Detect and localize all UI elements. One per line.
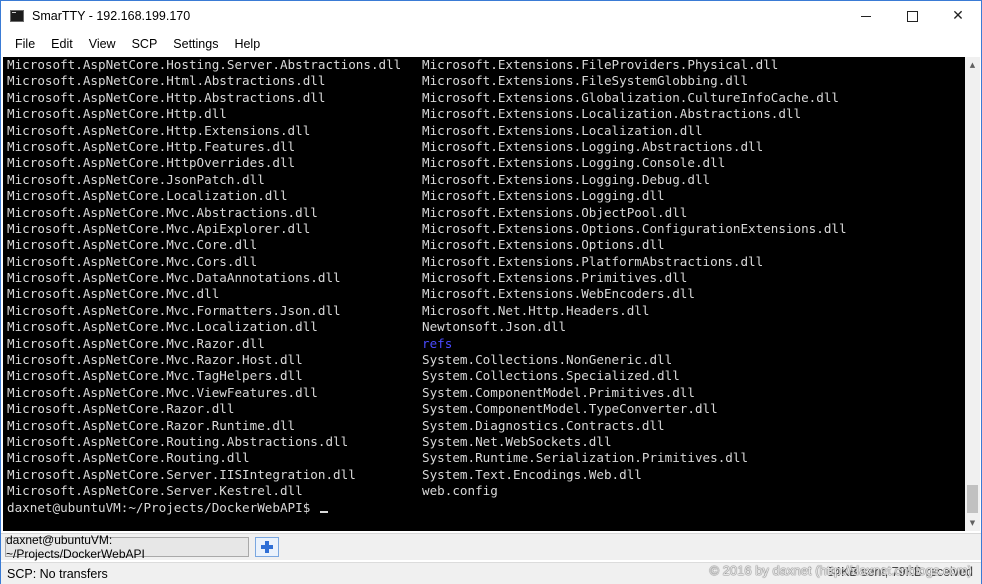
file-entry: Microsoft.AspNetCore.Server.Kestrel.dll bbox=[7, 483, 303, 499]
file-entry: System.ComponentModel.Primitives.dll bbox=[422, 384, 695, 400]
menu-bar: File Edit View SCP Settings Help bbox=[1, 34, 981, 54]
close-icon: ✕ bbox=[952, 8, 964, 24]
file-entry: Microsoft.AspNetCore.Http.Features.dll bbox=[7, 138, 296, 154]
minimize-button[interactable] bbox=[843, 1, 889, 31]
transfer-status: 34KB sent, 79KB received bbox=[827, 565, 973, 579]
file-entry: Microsoft.AspNetCore.Mvc.Razor.dll bbox=[7, 335, 265, 351]
file-entry: Microsoft.AspNetCore.Routing.dll bbox=[7, 450, 250, 466]
file-entry: System.ComponentModel.TypeConverter.dll bbox=[422, 401, 718, 417]
terminal-column-left: Microsoft.AspNetCore.Hosting.Server.Abst… bbox=[7, 57, 401, 500]
menu-settings[interactable]: Settings bbox=[165, 37, 226, 51]
file-entry: Microsoft.AspNetCore.Mvc.Localization.dl… bbox=[7, 319, 318, 335]
file-entry: Microsoft.AspNetCore.Http.Abstractions.d… bbox=[7, 89, 326, 105]
menu-view[interactable]: View bbox=[81, 37, 124, 51]
file-entry: web.config bbox=[422, 483, 498, 499]
file-entry: Microsoft.AspNetCore.Mvc.Formatters.Json… bbox=[7, 302, 341, 318]
file-entry: Microsoft.AspNetCore.Mvc.Cors.dll bbox=[7, 253, 258, 269]
file-entry: Microsoft.Extensions.PlatformAbstraction… bbox=[422, 253, 764, 269]
window-controls: ✕ bbox=[843, 1, 981, 31]
file-entry: Microsoft.Extensions.Globalization.Cultu… bbox=[422, 89, 840, 105]
window-title: SmarTTY - 192.168.199.170 bbox=[32, 9, 191, 23]
scrollbar-thumb[interactable] bbox=[967, 485, 978, 513]
new-session-button[interactable] bbox=[255, 537, 279, 557]
file-entry: Microsoft.AspNetCore.Html.Abstractions.d… bbox=[7, 73, 326, 89]
file-entry: Microsoft.Net.Http.Headers.dll bbox=[422, 302, 650, 318]
file-entry: Microsoft.Extensions.Options.dll bbox=[422, 237, 665, 253]
menu-help[interactable]: Help bbox=[226, 37, 268, 51]
file-entry: Microsoft.Extensions.Logging.dll bbox=[422, 188, 665, 204]
session-tab-label: daxnet@ubuntuVM: ~/Projects/DockerWebAPI bbox=[6, 533, 145, 561]
session-tab-bar: daxnet@ubuntuVM: ~/Projects/DockerWebAPI bbox=[1, 533, 981, 561]
file-entry: Newtonsoft.Json.dll bbox=[422, 319, 567, 335]
file-entry: Microsoft.Extensions.FileSystemGlobbing.… bbox=[422, 73, 749, 89]
file-entry: Microsoft.Extensions.Logging.Console.dll bbox=[422, 155, 726, 171]
file-entry: Microsoft.AspNetCore.Server.IISIntegrati… bbox=[7, 466, 356, 482]
terminal-app-icon bbox=[10, 10, 24, 22]
terminal-output[interactable]: Microsoft.AspNetCore.Hosting.Server.Abst… bbox=[3, 57, 965, 531]
file-entry: Microsoft.AspNetCore.Mvc.dll bbox=[7, 286, 220, 302]
title-bar[interactable]: SmarTTY - 192.168.199.170 ✕ bbox=[1, 1, 981, 31]
file-entry: System.Diagnostics.Contracts.dll bbox=[422, 417, 665, 433]
minimize-icon bbox=[861, 15, 871, 17]
file-entry: Microsoft.AspNetCore.Razor.Runtime.dll bbox=[7, 417, 296, 433]
smartty-window: SmarTTY - 192.168.199.170 ✕ File Edit Vi… bbox=[0, 0, 982, 584]
file-entry: Microsoft.AspNetCore.Mvc.Abstractions.dl… bbox=[7, 204, 318, 220]
file-entry: System.Text.Encodings.Web.dll bbox=[422, 466, 642, 482]
file-entry: System.Net.WebSockets.dll bbox=[422, 433, 612, 449]
file-entry: System.Collections.Specialized.dll bbox=[422, 368, 680, 384]
plus-icon bbox=[261, 541, 273, 553]
file-entry: Microsoft.Extensions.WebEncoders.dll bbox=[422, 286, 695, 302]
file-entry: Microsoft.Extensions.Localization.Abstra… bbox=[422, 106, 802, 122]
file-entry: Microsoft.Extensions.Localization.dll bbox=[422, 122, 703, 138]
shell-prompt: daxnet@ubuntuVM:~/Projects/DockerWebAPI$ bbox=[7, 500, 318, 515]
maximize-button[interactable] bbox=[889, 1, 935, 31]
file-entry: Microsoft.Extensions.FileProviders.Physi… bbox=[422, 57, 779, 72]
file-entry: Microsoft.Extensions.ObjectPool.dll bbox=[422, 204, 688, 220]
file-entry: Microsoft.AspNetCore.JsonPatch.dll bbox=[7, 171, 265, 187]
file-entry: Microsoft.AspNetCore.Routing.Abstraction… bbox=[7, 433, 349, 449]
status-bar: SCP: No transfers 34KB sent, 79KB receiv… bbox=[1, 562, 981, 584]
directory-entry: refs bbox=[422, 335, 453, 351]
file-entry: Microsoft.AspNetCore.Mvc.Razor.Host.dll bbox=[7, 352, 303, 368]
terminal-prompt-line[interactable]: daxnet@ubuntuVM:~/Projects/DockerWebAPI$ bbox=[7, 500, 328, 516]
file-entry: Microsoft.AspNetCore.Mvc.TagHelpers.dll bbox=[7, 368, 303, 384]
file-entry: Microsoft.AspNetCore.Razor.dll bbox=[7, 401, 235, 417]
file-entry: Microsoft.AspNetCore.Mvc.ViewFeatures.dl… bbox=[7, 384, 318, 400]
file-entry: Microsoft.Extensions.Primitives.dll bbox=[422, 270, 688, 286]
file-entry: Microsoft.Extensions.Options.Configurati… bbox=[422, 220, 847, 236]
session-tab[interactable]: daxnet@ubuntuVM: ~/Projects/DockerWebAPI bbox=[5, 533, 249, 561]
file-entry: Microsoft.AspNetCore.Mvc.Core.dll bbox=[7, 237, 258, 253]
menu-edit[interactable]: Edit bbox=[43, 37, 81, 51]
file-entry: Microsoft.AspNetCore.Hosting.Server.Abst… bbox=[7, 57, 402, 72]
file-entry: Microsoft.Extensions.Logging.Abstraction… bbox=[422, 138, 764, 154]
file-entry: Microsoft.Extensions.Logging.Debug.dll bbox=[422, 171, 711, 187]
menu-file[interactable]: File bbox=[1, 37, 43, 51]
scp-status: SCP: No transfers bbox=[7, 566, 108, 581]
terminal-column-right: Microsoft.Extensions.FileProviders.Physi… bbox=[422, 57, 847, 500]
file-entry: Microsoft.AspNetCore.Mvc.DataAnnotations… bbox=[7, 270, 341, 286]
file-entry: Microsoft.AspNetCore.Http.Extensions.dll bbox=[7, 122, 311, 138]
file-entry: Microsoft.AspNetCore.Localization.dll bbox=[7, 188, 288, 204]
scroll-down-icon[interactable]: ▼ bbox=[965, 515, 980, 531]
close-button[interactable]: ✕ bbox=[935, 1, 981, 31]
file-entry: System.Collections.NonGeneric.dll bbox=[422, 352, 673, 368]
file-entry: Microsoft.AspNetCore.HttpOverrides.dll bbox=[7, 155, 296, 171]
file-entry: System.Runtime.Serialization.Primitives.… bbox=[422, 450, 749, 466]
scroll-up-icon[interactable]: ▲ bbox=[965, 57, 980, 73]
vertical-scrollbar[interactable]: ▲ ▼ bbox=[965, 57, 980, 531]
file-entry: Microsoft.AspNetCore.Http.dll bbox=[7, 106, 227, 122]
menu-scp[interactable]: SCP bbox=[124, 37, 166, 51]
file-entry: Microsoft.AspNetCore.Mvc.ApiExplorer.dll bbox=[7, 220, 311, 236]
text-cursor bbox=[319, 511, 328, 513]
maximize-icon bbox=[906, 10, 918, 22]
